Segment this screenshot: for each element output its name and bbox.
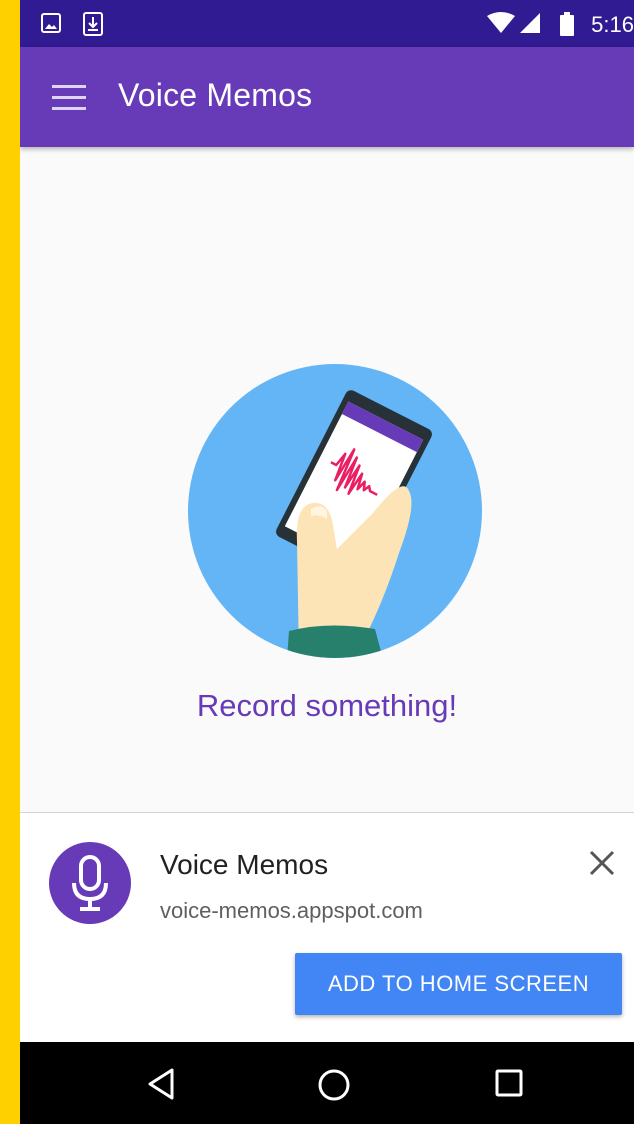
phone-screen: 5:16 Voice Memos Record something! Voice… — [20, 0, 634, 1124]
hamburger-menu-icon[interactable] — [52, 85, 86, 111]
close-icon[interactable] — [588, 849, 616, 877]
back-icon[interactable] — [146, 1068, 176, 1100]
banner-app-name: Voice Memos — [160, 849, 329, 880]
microphone-icon — [49, 842, 131, 924]
empty-state-message: Record something! — [196, 688, 458, 723]
home-icon[interactable] — [317, 1068, 351, 1102]
add-to-home-screen-button[interactable]: ADD TO HOME SCREEN — [295, 953, 622, 1015]
signal-icon — [520, 13, 540, 33]
battery-icon — [560, 12, 574, 36]
hand-holding-phone-illustration — [188, 364, 482, 658]
navigation-bar — [20, 1042, 634, 1124]
status-bar: 5:16 — [20, 0, 634, 47]
app-title: Voice Memos — [118, 77, 313, 113]
wifi-icon — [487, 12, 515, 33]
recents-icon[interactable] — [494, 1068, 524, 1098]
add-to-home-screen-banner: Voice Memos voice-memos.appspot.com ADD … — [20, 812, 634, 1043]
download-icon — [83, 12, 103, 36]
image-icon — [41, 13, 61, 33]
app-bar: Voice Memos — [20, 47, 634, 147]
status-time: 5:16 — [591, 12, 634, 37]
banner-url: voice-memos.appspot.com — [160, 898, 423, 923]
